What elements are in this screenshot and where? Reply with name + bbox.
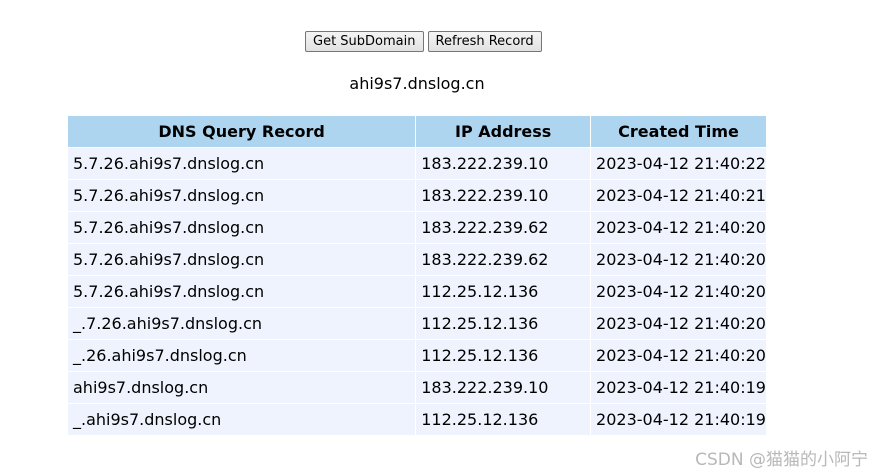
dnslog-page: Get SubDomain Refresh Record ahi9s7.dnsl… bbox=[0, 0, 882, 476]
table-row: 5.7.26.ahi9s7.dnslog.cn 183.222.239.62 2… bbox=[68, 212, 766, 243]
table-row: 5.7.26.ahi9s7.dnslog.cn 183.222.239.62 2… bbox=[68, 244, 766, 275]
header-dns-query-record: DNS Query Record bbox=[68, 116, 416, 147]
ip-address-cell: 183.222.239.10 bbox=[416, 148, 591, 179]
table-row: ahi9s7.dnslog.cn 183.222.239.10 2023-04-… bbox=[68, 372, 766, 403]
dns-query-cell: 5.7.26.ahi9s7.dnslog.cn bbox=[68, 180, 416, 211]
dns-query-cell: _.ahi9s7.dnslog.cn bbox=[68, 404, 416, 435]
ip-address-cell: 112.25.12.136 bbox=[416, 308, 591, 339]
dns-query-cell: ahi9s7.dnslog.cn bbox=[68, 372, 416, 403]
table-row: 5.7.26.ahi9s7.dnslog.cn 183.222.239.10 2… bbox=[68, 180, 766, 211]
ip-address-cell: 183.222.239.62 bbox=[416, 244, 591, 275]
toolbar: Get SubDomain Refresh Record bbox=[305, 31, 542, 52]
created-time-cell: 2023-04-12 21:40:20 bbox=[591, 340, 766, 371]
csdn-watermark: CSDN @猫猫的小阿宁 bbox=[695, 450, 868, 470]
created-time-cell: 2023-04-12 21:40:20 bbox=[591, 308, 766, 339]
ip-address-cell: 112.25.12.136 bbox=[416, 404, 591, 435]
created-time-cell: 2023-04-12 21:40:20 bbox=[591, 212, 766, 243]
dns-query-cell: _.26.ahi9s7.dnslog.cn bbox=[68, 340, 416, 371]
ip-address-cell: 112.25.12.136 bbox=[416, 340, 591, 371]
dns-query-cell: 5.7.26.ahi9s7.dnslog.cn bbox=[68, 148, 416, 179]
ip-address-cell: 183.222.239.10 bbox=[416, 180, 591, 211]
refresh-record-button[interactable]: Refresh Record bbox=[427, 31, 542, 52]
table-row: _.ahi9s7.dnslog.cn 112.25.12.136 2023-04… bbox=[68, 404, 766, 435]
table-header-row: DNS Query Record IP Address Created Time bbox=[68, 116, 766, 147]
dns-query-cell: 5.7.26.ahi9s7.dnslog.cn bbox=[68, 244, 416, 275]
dns-record-table: DNS Query Record IP Address Created Time… bbox=[67, 115, 767, 436]
ip-address-cell: 183.222.239.10 bbox=[416, 372, 591, 403]
get-subdomain-button[interactable]: Get SubDomain bbox=[305, 31, 424, 52]
created-time-cell: 2023-04-12 21:40:20 bbox=[591, 276, 766, 307]
created-time-cell: 2023-04-12 21:40:20 bbox=[591, 244, 766, 275]
dns-query-cell: 5.7.26.ahi9s7.dnslog.cn bbox=[68, 212, 416, 243]
ip-address-cell: 183.222.239.62 bbox=[416, 212, 591, 243]
table-row: 5.7.26.ahi9s7.dnslog.cn 112.25.12.136 20… bbox=[68, 276, 766, 307]
table-row: 5.7.26.ahi9s7.dnslog.cn 183.222.239.10 2… bbox=[68, 148, 766, 179]
table-row: _.26.ahi9s7.dnslog.cn 112.25.12.136 2023… bbox=[68, 340, 766, 371]
subdomain-display: ahi9s7.dnslog.cn bbox=[349, 74, 485, 93]
created-time-cell: 2023-04-12 21:40:21 bbox=[591, 180, 766, 211]
created-time-cell: 2023-04-12 21:40:22 bbox=[591, 148, 766, 179]
dns-query-cell: _.7.26.ahi9s7.dnslog.cn bbox=[68, 308, 416, 339]
table-row: _.7.26.ahi9s7.dnslog.cn 112.25.12.136 20… bbox=[68, 308, 766, 339]
dns-query-cell: 5.7.26.ahi9s7.dnslog.cn bbox=[68, 276, 416, 307]
header-ip-address: IP Address bbox=[416, 116, 591, 147]
created-time-cell: 2023-04-12 21:40:19 bbox=[591, 404, 766, 435]
created-time-cell: 2023-04-12 21:40:19 bbox=[591, 372, 766, 403]
header-created-time: Created Time bbox=[591, 116, 766, 147]
ip-address-cell: 112.25.12.136 bbox=[416, 276, 591, 307]
